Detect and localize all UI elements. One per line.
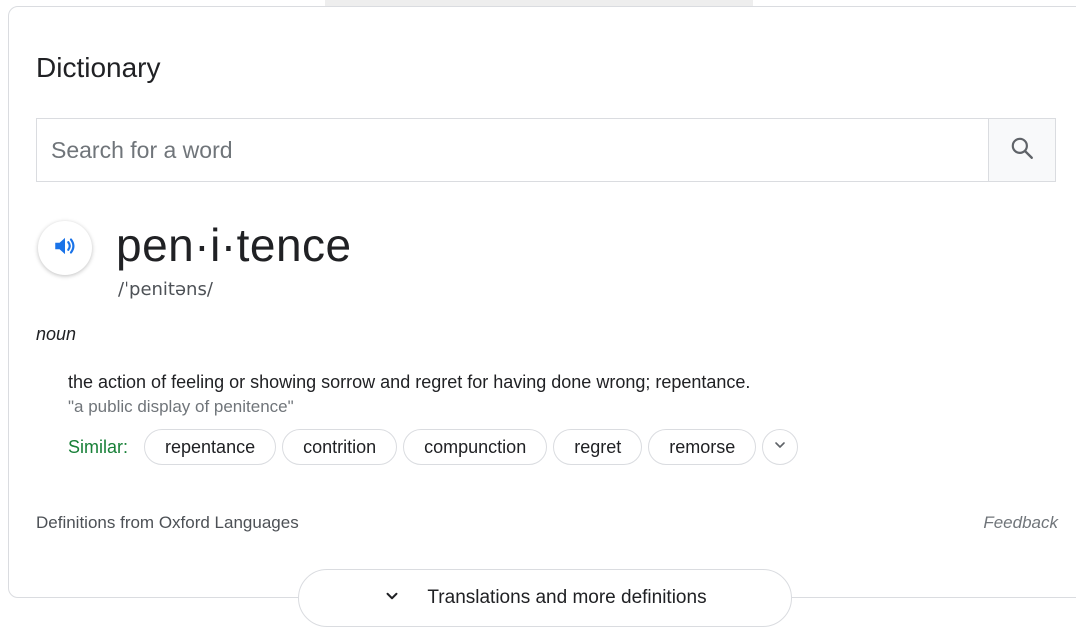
definition-text: the action of feeling or showing sorrow … bbox=[68, 372, 751, 392]
similar-chip-contrition[interactable]: contrition bbox=[282, 429, 398, 465]
translations-more-definitions-label: Translations and more definitions bbox=[427, 587, 707, 608]
search-icon bbox=[1009, 135, 1035, 166]
search-button[interactable] bbox=[988, 119, 1055, 181]
similar-chip-remorse[interactable]: remorse bbox=[648, 429, 757, 465]
more-similar-button[interactable] bbox=[762, 429, 799, 465]
translations-more-definitions-button[interactable]: Translations and more definitions bbox=[298, 569, 792, 627]
similar-label: Similar: bbox=[68, 436, 129, 457]
phonetic-spelling: /ˈpenitəns/ bbox=[118, 279, 213, 300]
dictionary-title: Dictionary bbox=[36, 52, 161, 83]
search-input[interactable] bbox=[37, 119, 989, 181]
chevron-down-icon bbox=[772, 437, 788, 458]
speaker-icon bbox=[52, 233, 78, 264]
similar-chip-compunction[interactable]: compunction bbox=[403, 429, 548, 465]
search-box bbox=[36, 118, 1056, 182]
definitions-source: Definitions from Oxford Languages bbox=[36, 513, 299, 532]
feedback-link[interactable]: Feedback bbox=[983, 513, 1058, 533]
similar-chip-repentance[interactable]: repentance bbox=[144, 429, 277, 465]
similar-words-row: Similar: repentance contrition compuncti… bbox=[68, 428, 799, 466]
example-sentence: "a public display of penitence" bbox=[68, 397, 294, 416]
headword: pen·i·tence bbox=[116, 219, 352, 271]
chevron-down-icon bbox=[383, 587, 401, 610]
pronunciation-audio-button[interactable] bbox=[38, 221, 92, 275]
dictionary-card bbox=[8, 6, 1076, 598]
part-of-speech: noun bbox=[36, 324, 77, 344]
similar-chip-regret[interactable]: regret bbox=[553, 429, 643, 465]
